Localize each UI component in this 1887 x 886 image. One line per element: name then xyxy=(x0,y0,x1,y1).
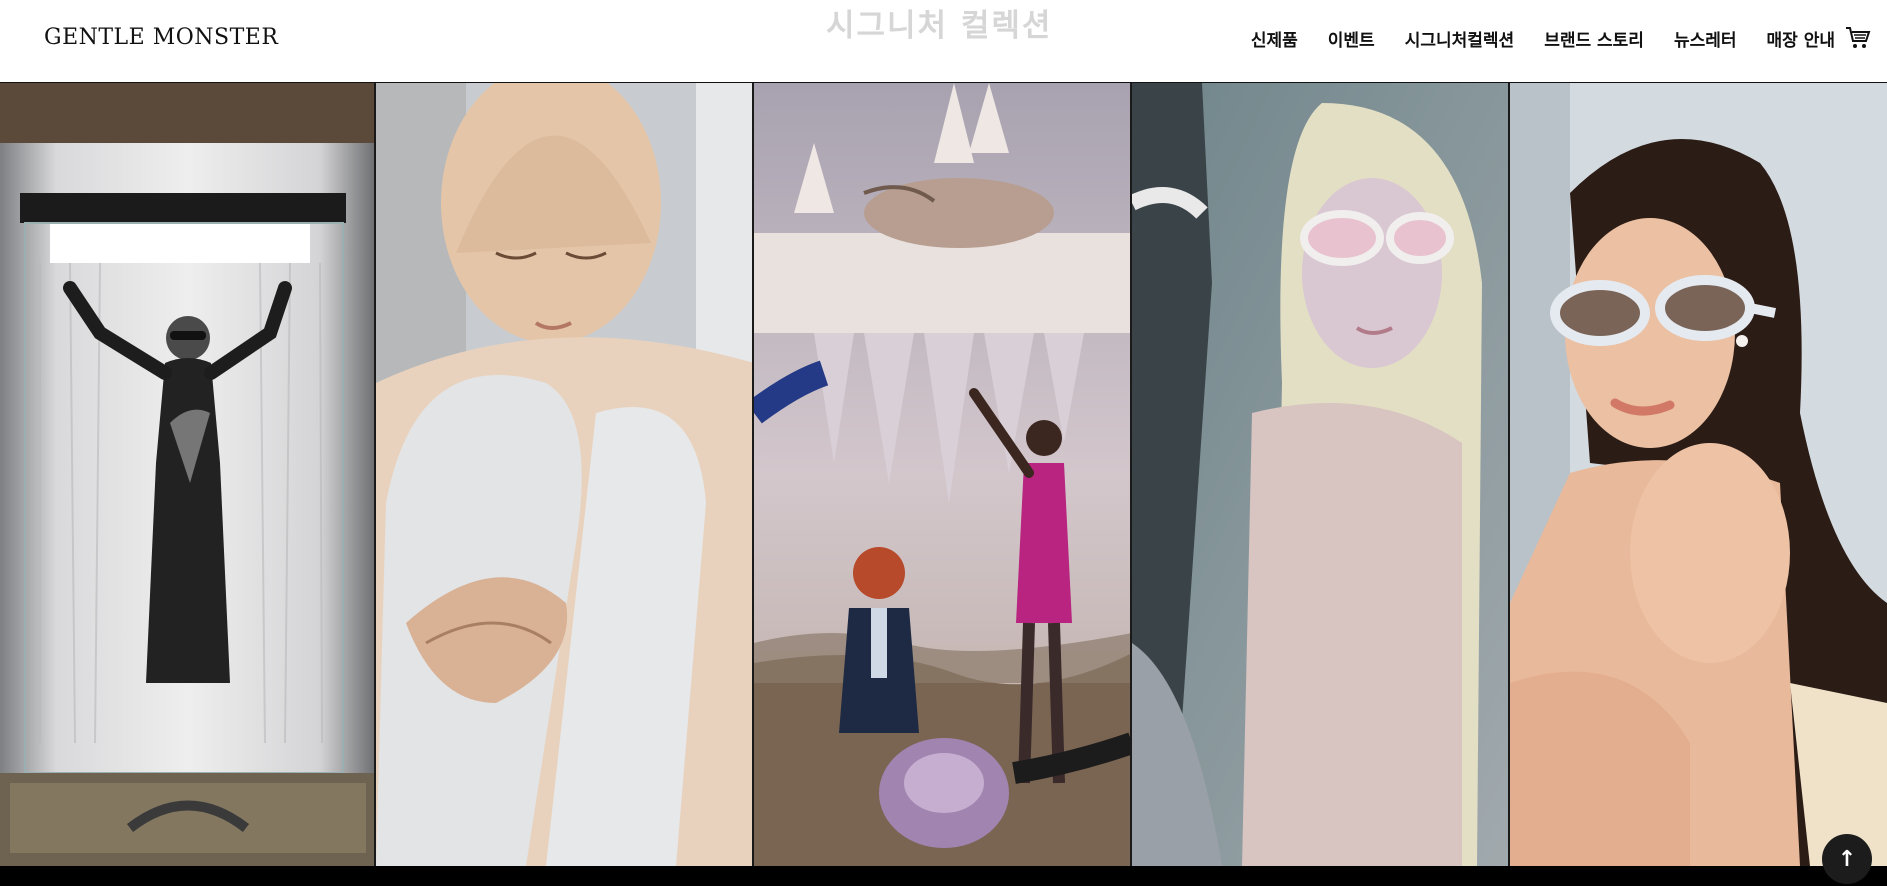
gallery-panel-floating-island[interactable] xyxy=(754,83,1132,866)
nav-item-event[interactable]: 이벤트 xyxy=(1328,26,1375,51)
nav-item-stores[interactable]: 매장 안내 xyxy=(1767,26,1835,51)
scroll-to-top-button[interactable]: ↑ xyxy=(1822,834,1872,884)
nav-item-new[interactable]: 신제품 xyxy=(1251,26,1298,51)
bottom-bar xyxy=(0,866,1887,886)
brand-logo[interactable]: GENTLE MONSTER xyxy=(44,25,278,50)
faded-section-title: 시그니처 컬렉션 xyxy=(826,8,1053,44)
gallery-panel-white-sunglasses-model[interactable] xyxy=(1510,83,1887,866)
main-nav: 신제품 이벤트 시그니처컬렉션 브랜드 스토리 뉴스레터 매장 안내 xyxy=(1251,26,1835,51)
arrow-up-icon: ↑ xyxy=(1837,846,1857,872)
cart-icon[interactable] xyxy=(1845,26,1871,50)
campaign-gallery xyxy=(0,83,1887,866)
nav-item-signature[interactable]: 시그니처컬렉션 xyxy=(1405,26,1514,51)
gallery-panel-display-case[interactable] xyxy=(0,83,376,866)
gallery-panel-platinum-model[interactable] xyxy=(1132,83,1510,866)
nav-item-brand-story[interactable]: 브랜드 스토리 xyxy=(1544,26,1644,51)
site-header: GENTLE MONSTER 시그니처 컬렉션 신제품 이벤트 시그니처컬렉션 … xyxy=(0,0,1887,83)
gallery-panel-sculpture[interactable] xyxy=(376,83,754,866)
nav-item-newsletter[interactable]: 뉴스레터 xyxy=(1674,26,1737,51)
